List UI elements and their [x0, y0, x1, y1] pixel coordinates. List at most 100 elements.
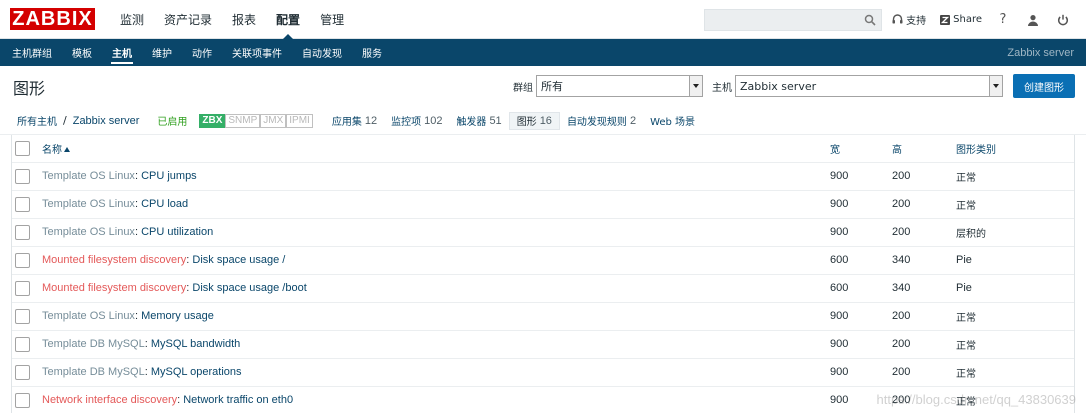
- group-label: 群组: [513, 82, 533, 94]
- row-checkbox[interactable]: [15, 308, 30, 324]
- host-tab[interactable]: 图形 16: [508, 111, 560, 130]
- row-checkbox[interactable]: [15, 280, 30, 296]
- graph-name-cell: Template DB MySQL: MySQL bandwidth: [42, 330, 830, 359]
- graph-width: 600: [830, 246, 892, 275]
- graph-width: 900: [830, 190, 892, 219]
- availability-badge: ZBX: [199, 113, 226, 128]
- graph-source-link[interactable]: Mounted filesystem discovery: [42, 282, 186, 294]
- row-checkbox-cell: [12, 162, 42, 191]
- graph-source-link[interactable]: Template DB MySQL: [42, 338, 145, 350]
- row-checkbox[interactable]: [15, 392, 30, 408]
- row-checkbox[interactable]: [15, 168, 30, 184]
- main-menu-item[interactable]: 配置: [266, 0, 310, 40]
- sub-menu-item[interactable]: 主机群组: [0, 39, 62, 66]
- chevron-down-icon[interactable]: [689, 76, 702, 96]
- graph-height: 200: [892, 190, 956, 219]
- graph-name-cell: Network interface discovery: Network tra…: [42, 386, 830, 413]
- availability-badge: SNMP: [225, 113, 261, 128]
- graph-type: 正常: [956, 162, 1074, 191]
- row-checkbox[interactable]: [15, 196, 30, 212]
- main-menu-item[interactable]: 监测: [110, 0, 154, 39]
- graph-source-link[interactable]: Template OS Linux: [42, 310, 135, 322]
- chevron-down-icon[interactable]: [989, 76, 1002, 96]
- host-tab[interactable]: Web 场景: [643, 112, 702, 130]
- watermark: https://blog.csdn.net/qq_43830639: [876, 392, 1077, 407]
- header-filters: 群组 所有 主机 Zabbix server 创建图形: [513, 74, 1075, 98]
- graph-source-link[interactable]: Template OS Linux: [42, 170, 135, 182]
- row-checkbox[interactable]: [15, 336, 30, 352]
- graph-name-link[interactable]: Disk space usage /: [192, 254, 285, 266]
- host-tab[interactable]: 监控项 102: [384, 112, 449, 130]
- sub-menu-item[interactable]: 模板: [62, 39, 102, 66]
- breadcrumb-all-hosts[interactable]: 所有主机: [17, 113, 57, 128]
- main-menu-item[interactable]: 报表: [222, 0, 266, 39]
- host-select[interactable]: Zabbix server: [735, 75, 1003, 97]
- tab-count: 12: [364, 114, 378, 127]
- user-icon[interactable]: [1026, 13, 1040, 27]
- graph-name-link[interactable]: CPU load: [141, 198, 188, 210]
- row-checkbox-cell: [12, 358, 42, 387]
- table-row: Template DB MySQL: MySQL bandwidth 900 200…: [12, 330, 1074, 359]
- search-input[interactable]: [705, 9, 882, 30]
- graph-source-link[interactable]: Template OS Linux: [42, 226, 135, 238]
- group-select[interactable]: 所有: [536, 75, 703, 97]
- graph-source-link[interactable]: Template OS Linux: [42, 198, 135, 210]
- graphs-table: 名称 宽 高 图形类别 Template OS Linux: CPU jumps…: [12, 135, 1074, 413]
- sub-menu-item[interactable]: 维护: [142, 39, 182, 66]
- column-graph-type[interactable]: 图形类别: [956, 135, 1074, 163]
- tab-label: 自动发现规则: [566, 117, 627, 128]
- graph-name-cell: Mounted filesystem discovery: Disk space…: [42, 246, 830, 275]
- graph-height: 200: [892, 302, 956, 331]
- sub-menu-item[interactable]: 服务: [352, 39, 392, 66]
- status-enabled[interactable]: 已启用: [157, 113, 187, 128]
- create-graph-button[interactable]: 创建图形: [1013, 74, 1075, 98]
- global-search[interactable]: [704, 8, 883, 31]
- graph-source-link[interactable]: Mounted filesystem discovery: [42, 254, 186, 266]
- breadcrumb-host[interactable]: Zabbix server: [73, 115, 140, 127]
- column-width: 宽: [830, 135, 892, 163]
- graph-name-link[interactable]: CPU jumps: [141, 170, 197, 182]
- row-checkbox[interactable]: [15, 224, 30, 240]
- graph-name-link[interactable]: MySQL operations: [151, 366, 242, 378]
- graph-name-link[interactable]: Memory usage: [141, 310, 214, 322]
- column-name[interactable]: 名称: [42, 135, 830, 163]
- support-link[interactable]: 支持: [892, 12, 926, 27]
- tab-label: Web 场景: [650, 117, 696, 128]
- graph-width: 600: [830, 274, 892, 303]
- main-menu-item[interactable]: 资产记录: [154, 0, 222, 39]
- sub-menu-item[interactable]: 动作: [182, 39, 222, 66]
- headset-icon: [892, 14, 903, 24]
- graph-type: 层积的: [956, 218, 1074, 247]
- table-row: Template OS Linux: CPU load 900 200 正常: [12, 190, 1074, 219]
- host-tabs: 应用集 12 监控项 102 触发器 51 图形 16 自动发现规则 2 Web 场景: [325, 111, 702, 130]
- row-checkbox-cell: [12, 330, 42, 359]
- share-z-icon: [940, 14, 951, 25]
- row-checkbox[interactable]: [15, 364, 30, 380]
- row-checkbox[interactable]: [15, 252, 30, 268]
- tab-count: 102: [424, 114, 443, 127]
- sub-menu-item[interactable]: 自动发现: [292, 39, 352, 66]
- host-tab[interactable]: 触发器 51: [449, 112, 508, 130]
- availability-badge: JMX: [260, 113, 287, 128]
- sub-menu-item[interactable]: 关联项事件: [222, 39, 292, 66]
- sub-menu-item[interactable]: 主机: [102, 39, 142, 66]
- row-checkbox-cell: [12, 302, 42, 331]
- share-link[interactable]: Share: [940, 14, 982, 25]
- help-icon[interactable]: ?: [996, 12, 1010, 27]
- graph-name-link[interactable]: MySQL bandwidth: [151, 338, 240, 350]
- host-tab[interactable]: 自动发现规则 2: [560, 112, 643, 130]
- power-icon[interactable]: [1056, 13, 1070, 27]
- search-icon[interactable]: [864, 14, 876, 26]
- main-menu-item[interactable]: 管理: [310, 0, 354, 39]
- select-all-checkbox[interactable]: [15, 140, 30, 156]
- graph-type: 正常: [956, 330, 1074, 359]
- host-tab[interactable]: 应用集 12: [325, 112, 384, 130]
- graph-source-link[interactable]: Template DB MySQL: [42, 366, 145, 378]
- graph-source-link[interactable]: Network interface discovery: [42, 394, 177, 406]
- graph-width: 900: [830, 218, 892, 247]
- graph-name-link[interactable]: Disk space usage /boot: [192, 282, 306, 294]
- graph-name-link[interactable]: CPU utilization: [141, 226, 213, 238]
- graph-name-link[interactable]: Network traffic on eth0: [183, 394, 293, 406]
- row-checkbox-cell: [12, 246, 42, 275]
- zabbix-logo[interactable]: ZABBIX: [10, 8, 95, 30]
